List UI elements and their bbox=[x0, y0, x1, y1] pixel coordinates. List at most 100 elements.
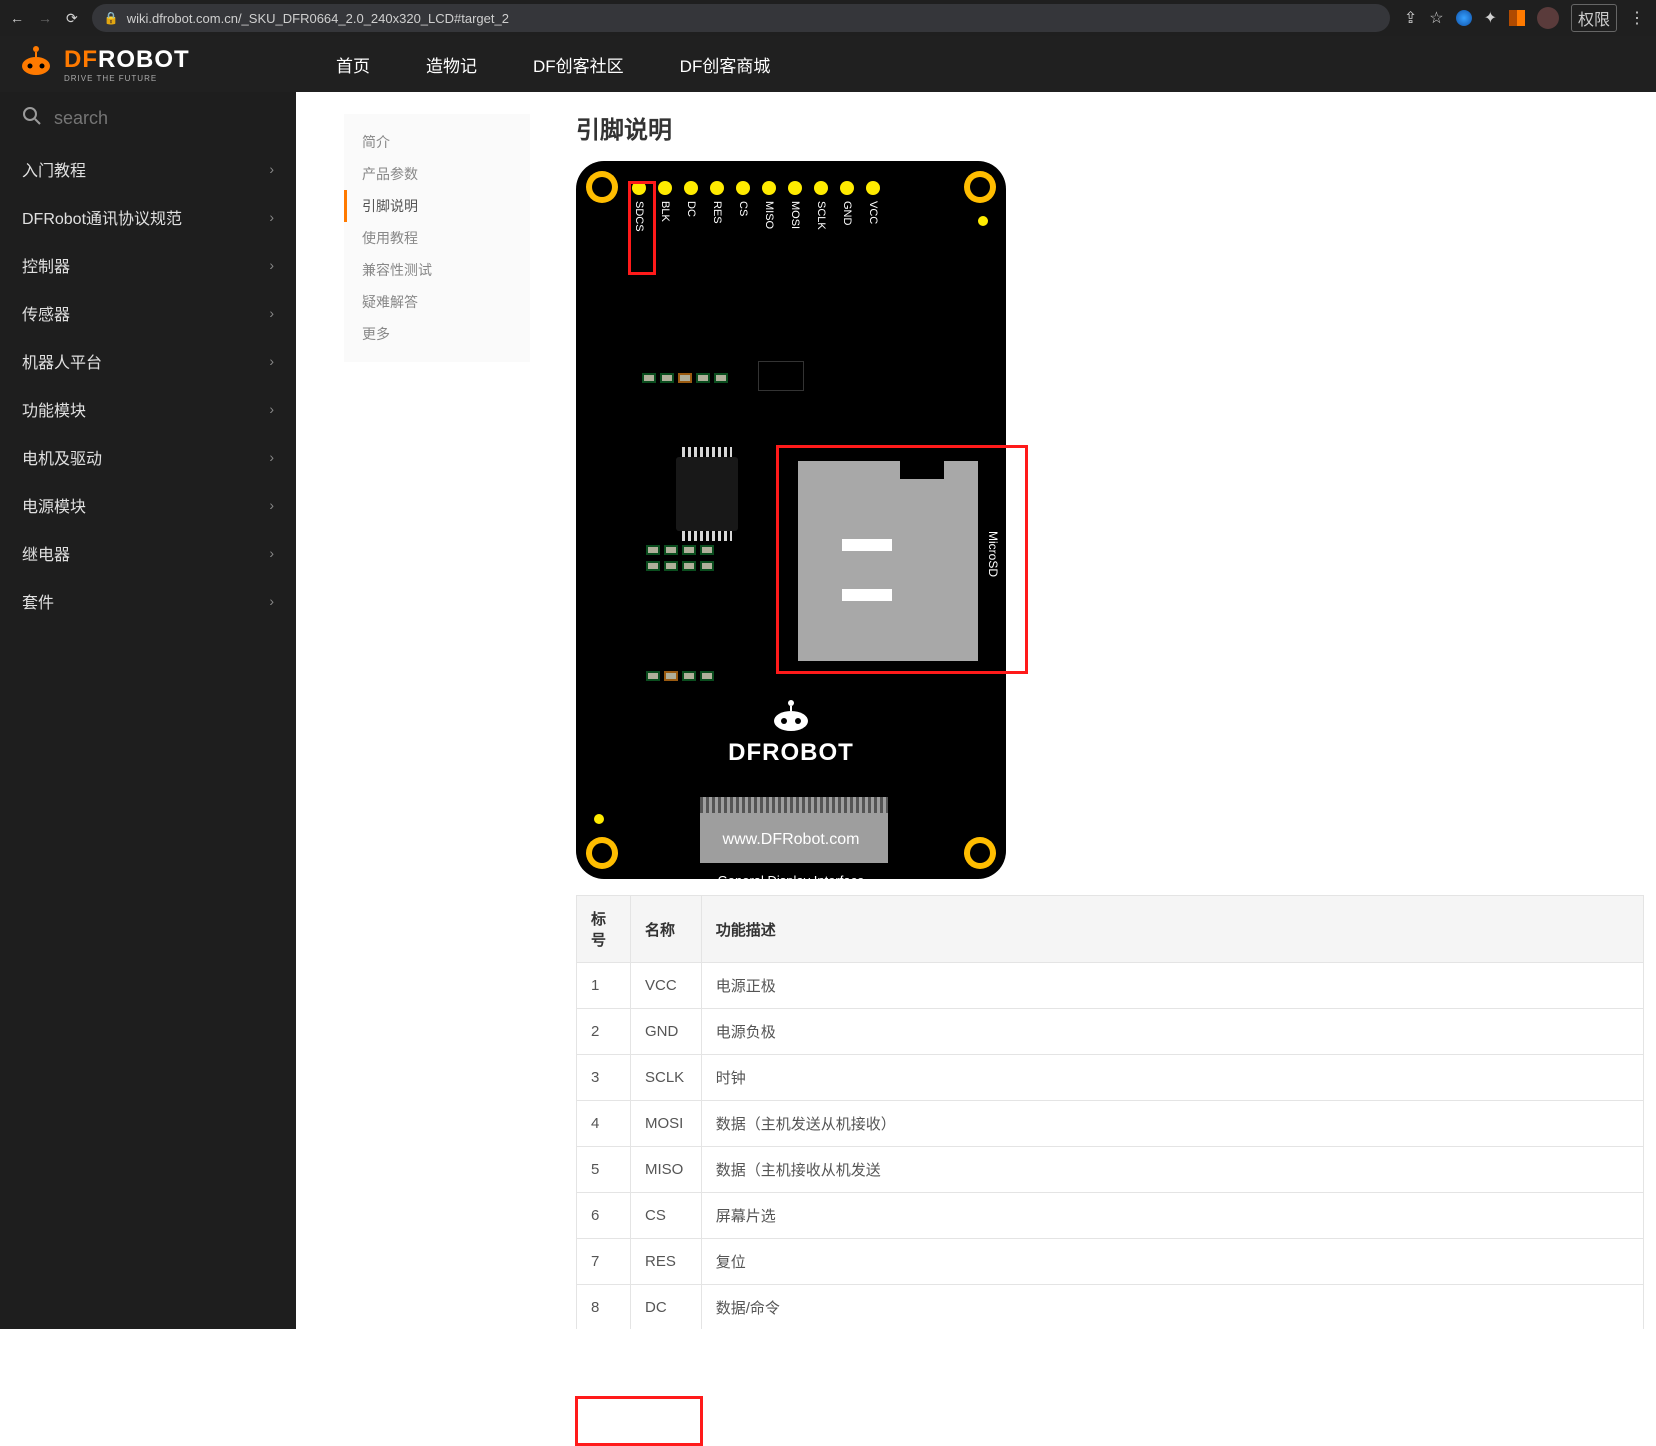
highlight-box-sdcs bbox=[628, 181, 656, 275]
fiducial-dot bbox=[978, 216, 988, 226]
col-header-desc: 功能描述 bbox=[701, 896, 1643, 963]
cell-name: CS bbox=[631, 1193, 702, 1239]
table-row: 7RES复位 bbox=[577, 1239, 1644, 1285]
forward-icon[interactable]: → bbox=[38, 10, 52, 26]
nav-zaowuji[interactable]: 造物记 bbox=[426, 52, 477, 77]
cell-name: MISO bbox=[631, 1147, 702, 1193]
chevron-right-icon: › bbox=[269, 161, 274, 177]
search-icon bbox=[22, 106, 42, 131]
pin-mosi: MOSI bbox=[788, 181, 802, 243]
pin-label: GND bbox=[841, 201, 853, 243]
microsd-label: MicroSD bbox=[986, 531, 1000, 577]
reload-icon[interactable]: ⟳ bbox=[66, 10, 78, 27]
cell-num: 7 bbox=[577, 1239, 631, 1285]
sidebar-item-kit[interactable]: 套件 › bbox=[0, 577, 296, 625]
toc-compat[interactable]: 兼容性测试 bbox=[344, 254, 530, 286]
share-icon[interactable]: ⇪ bbox=[1404, 8, 1417, 28]
cell-name: DC bbox=[631, 1285, 702, 1330]
chevron-right-icon: › bbox=[269, 449, 274, 465]
table-row: 8DC数据/命令 bbox=[577, 1285, 1644, 1330]
sidebar-item-label: 继电器 bbox=[22, 541, 70, 565]
sidebar-item-label: 电机及驱动 bbox=[22, 445, 102, 469]
toc-more[interactable]: 更多 bbox=[344, 318, 530, 350]
sidebar-item-modules[interactable]: 功能模块› bbox=[0, 385, 296, 433]
toc-intro[interactable]: 简介 bbox=[344, 126, 530, 158]
sidebar-item-label: DFRobot通讯协议规范 bbox=[22, 205, 182, 229]
pin-label: DC bbox=[685, 201, 697, 243]
nav-home[interactable]: 首页 bbox=[336, 52, 370, 77]
nav-community[interactable]: DF创客社区 bbox=[533, 52, 624, 77]
sidebar-item-controller[interactable]: 控制器 › bbox=[0, 241, 296, 289]
toc-tutorial[interactable]: 使用教程 bbox=[344, 222, 530, 254]
pin-label: CS bbox=[737, 201, 749, 243]
logo[interactable]: DFROBOT DRIVE THE FUTURE bbox=[18, 44, 296, 85]
pin-sclk: SCLK bbox=[814, 181, 828, 243]
sidebar-item-motor[interactable]: 电机及驱动 › bbox=[0, 433, 296, 481]
extensions-icon[interactable]: ✦ bbox=[1484, 8, 1497, 28]
pin-label: BLK bbox=[659, 201, 671, 243]
sidebar-item-label: 功能模块 bbox=[22, 397, 86, 421]
page-toc: 简介 产品参数 引脚说明 使用教程 兼容性测试 疑难解答 更多 bbox=[344, 114, 530, 362]
cell-desc: 电源正极 bbox=[701, 963, 1643, 1009]
table-row: 3SCLK时钟 bbox=[577, 1055, 1644, 1101]
cell-name: MOSI bbox=[631, 1101, 702, 1147]
search-input[interactable] bbox=[54, 108, 274, 129]
pin-cs: CS bbox=[736, 181, 750, 243]
article-heading: 引脚说明 bbox=[576, 110, 1616, 145]
brand-text: DFROBOT bbox=[64, 46, 190, 74]
url-text: wiki.dfrobot.com.cn/_SKU_DFR0664_2.0_240… bbox=[127, 11, 509, 26]
brand-sub: DRIVE THE FUTURE bbox=[64, 74, 190, 83]
sidebar-item-label: 电源模块 bbox=[22, 493, 86, 517]
smd-row bbox=[642, 373, 728, 383]
sidebar-item-sensor[interactable]: 传感器› bbox=[0, 289, 296, 337]
sidebar: 入门教程› DFRobot通讯协议规范› 控制器› 传感器› 机器人平台› 功能… bbox=[0, 92, 296, 1329]
microsd-slot: MicroSD bbox=[798, 461, 978, 661]
board-url: www.DFRobot.com bbox=[576, 831, 1006, 849]
pin-table: 标号 名称 功能描述 1VCC电源正极2GND电源负极3SCLK时钟4MOSI数… bbox=[576, 895, 1644, 1329]
cell-num: 8 bbox=[577, 1285, 631, 1330]
sidebar-search[interactable] bbox=[0, 92, 296, 145]
cell-desc: 时钟 bbox=[701, 1055, 1643, 1101]
table-row: 5MISO数据（主机接收从机发送 bbox=[577, 1147, 1644, 1193]
robot-icon bbox=[770, 699, 812, 733]
toc-params[interactable]: 产品参数 bbox=[344, 158, 530, 190]
url-bar[interactable]: 🔒 wiki.dfrobot.com.cn/_SKU_DFR0664_2.0_2… bbox=[92, 4, 1390, 32]
chevron-right-icon: › bbox=[269, 209, 274, 225]
extension-icon-1[interactable] bbox=[1456, 10, 1472, 26]
cell-name: GND bbox=[631, 1009, 702, 1055]
nav-mall[interactable]: DF创客商城 bbox=[680, 52, 771, 77]
sidebar-item-label: 入门教程 bbox=[22, 157, 86, 181]
table-row: 6CS屏幕片选 bbox=[577, 1193, 1644, 1239]
extension-icon-2[interactable] bbox=[1509, 10, 1525, 26]
sidebar-item-power[interactable]: 电源模块 › bbox=[0, 481, 296, 529]
toc-pins[interactable]: 引脚说明 bbox=[344, 190, 530, 222]
chevron-right-icon: › bbox=[269, 497, 274, 513]
back-icon[interactable]: ← bbox=[10, 10, 24, 26]
sidebar-item-label: 套件 bbox=[22, 589, 54, 613]
cell-num: 3 bbox=[577, 1055, 631, 1101]
cell-name: VCC bbox=[631, 963, 702, 1009]
content-area: 简介 产品参数 引脚说明 使用教程 兼容性测试 疑难解答 更多 引脚说明 SDC… bbox=[296, 92, 1656, 1329]
chevron-right-icon: › bbox=[269, 257, 274, 273]
sidebar-item-label: 控制器 bbox=[22, 253, 70, 277]
logo-icon bbox=[18, 44, 54, 85]
sidebar-item-robot[interactable]: 机器人平台› bbox=[0, 337, 296, 385]
smd-row bbox=[646, 545, 714, 555]
cell-num: 6 bbox=[577, 1193, 631, 1239]
sidebar-item-relay[interactable]: 继电器› bbox=[0, 529, 296, 577]
sidebar-item-label: 机器人平台 bbox=[22, 349, 102, 373]
chevron-right-icon: › bbox=[269, 593, 274, 609]
display-connector bbox=[700, 797, 888, 863]
cell-desc: 数据/命令 bbox=[701, 1285, 1643, 1330]
star-icon[interactable]: ☆ bbox=[1429, 8, 1443, 28]
cell-num: 1 bbox=[577, 963, 631, 1009]
toc-faq[interactable]: 疑难解答 bbox=[344, 286, 530, 318]
profile-label[interactable]: 权限 bbox=[1571, 4, 1617, 32]
sidebar-item-protocol[interactable]: DFRobot通讯协议规范 › bbox=[0, 193, 296, 241]
smd-row bbox=[646, 671, 714, 681]
sidebar-item-intro[interactable]: 入门教程 › bbox=[0, 145, 296, 193]
smd-row bbox=[646, 561, 714, 571]
profile-avatar[interactable] bbox=[1537, 7, 1559, 29]
menu-icon[interactable]: ⋮ bbox=[1629, 8, 1646, 28]
lock-icon: 🔒 bbox=[104, 11, 119, 25]
